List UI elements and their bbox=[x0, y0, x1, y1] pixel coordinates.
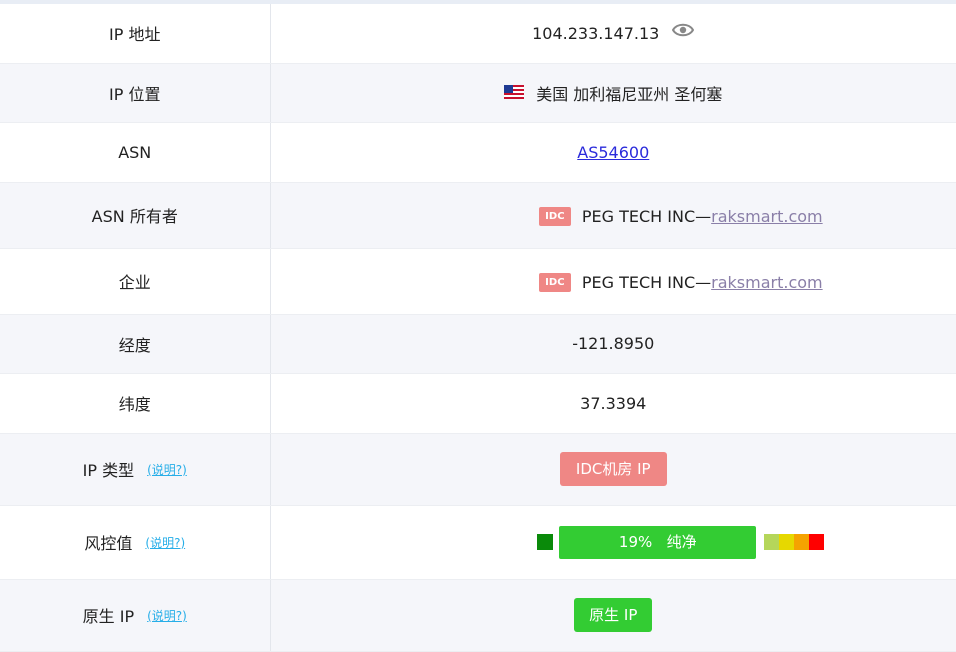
label-ip-type: IP 类型 bbox=[82, 461, 135, 480]
value-cell-asn-owner: IDC PEG TECH INC— raksmart.com bbox=[270, 182, 956, 249]
label-cell-risk: 风控值 (说明?) bbox=[0, 505, 271, 580]
value-cell-enterprise: IDC PEG TECH INC— raksmart.com bbox=[270, 248, 956, 315]
value-cell-ip-type: IDC机房 IP bbox=[270, 433, 956, 506]
enterprise-domain-link[interactable]: raksmart.com bbox=[711, 273, 822, 292]
ip-type-badge: IDC机房 IP bbox=[559, 452, 667, 486]
row-risk: 风控值 (说明?) 19% 纯净 bbox=[0, 505, 956, 580]
label-asn-owner: ASN 所有者 bbox=[0, 182, 271, 249]
eye-icon[interactable] bbox=[672, 22, 695, 42]
scale-segment-low bbox=[764, 534, 780, 550]
value-cell-native-ip: 原生 IP bbox=[270, 579, 956, 652]
label-risk: 风控值 bbox=[84, 534, 133, 553]
asn-owner-name: PEG TECH INC— bbox=[581, 207, 712, 226]
ip-type-explain-link[interactable]: (说明?) bbox=[147, 461, 187, 478]
us-flag-icon bbox=[504, 84, 525, 103]
value-cell-risk: 19% 纯净 bbox=[270, 505, 956, 580]
asn-owner-domain-link[interactable]: raksmart.com bbox=[711, 207, 822, 226]
row-enterprise: 企业 IDC PEG TECH INC— raksmart.com bbox=[0, 248, 956, 315]
enterprise-info: IDC PEG TECH INC— raksmart.com bbox=[538, 273, 823, 292]
label-longitude: 经度 bbox=[0, 314, 271, 374]
scale-segment-medium bbox=[779, 534, 795, 550]
risk-percent: 19% bbox=[618, 532, 653, 551]
longitude-value: -121.8950 bbox=[270, 314, 956, 374]
label-cell-native-ip: 原生 IP (说明?) bbox=[0, 579, 271, 652]
risk-color-scale bbox=[764, 534, 825, 550]
row-asn-owner: ASN 所有者 IDC PEG TECH INC— raksmart.com bbox=[0, 182, 956, 249]
risk-explain-link[interactable]: (说明?) bbox=[145, 534, 185, 551]
scale-segment-critical bbox=[809, 534, 825, 550]
risk-meter: 19% 纯净 bbox=[537, 525, 825, 559]
label-latitude: 纬度 bbox=[0, 373, 271, 434]
row-ip-address: IP 地址 104.233.147.13 bbox=[0, 4, 956, 64]
label-enterprise: 企业 bbox=[0, 248, 271, 315]
label-ip-address: IP 地址 bbox=[0, 4, 271, 64]
ip-info-table: IP 地址 104.233.147.13 IP 位置 美国 加利福尼亚州 圣何塞… bbox=[0, 4, 956, 652]
asn-link[interactable]: AS54600 bbox=[577, 143, 649, 162]
idc-badge: IDC bbox=[538, 273, 571, 292]
risk-level-indicator bbox=[537, 534, 554, 550]
row-ip-type: IP 类型 (说明?) IDC机房 IP bbox=[0, 433, 956, 506]
ip-location-value: 美国 加利福尼亚州 圣何塞 bbox=[536, 84, 723, 104]
label-ip-location: IP 位置 bbox=[0, 63, 271, 123]
latitude-value: 37.3394 bbox=[270, 373, 956, 434]
row-ip-location: IP 位置 美国 加利福尼亚州 圣何塞 bbox=[0, 63, 956, 123]
enterprise-name: PEG TECH INC— bbox=[581, 273, 712, 292]
risk-score-bar: 19% 纯净 bbox=[559, 525, 757, 559]
row-asn: ASN AS54600 bbox=[0, 122, 956, 183]
risk-status: 纯净 bbox=[666, 532, 697, 551]
scale-segment-high bbox=[794, 534, 810, 550]
asn-owner-info: IDC PEG TECH INC— raksmart.com bbox=[538, 207, 823, 226]
value-cell-ip-location: 美国 加利福尼亚州 圣何塞 bbox=[270, 63, 956, 123]
row-native-ip: 原生 IP (说明?) 原生 IP bbox=[0, 579, 956, 652]
native-ip-explain-link[interactable]: (说明?) bbox=[147, 607, 187, 624]
ip-address-value: 104.233.147.13 bbox=[532, 23, 660, 43]
row-latitude: 纬度 37.3394 bbox=[0, 373, 956, 434]
label-native-ip: 原生 IP bbox=[82, 607, 135, 626]
value-cell-asn: AS54600 bbox=[270, 122, 956, 183]
native-ip-badge: 原生 IP bbox=[574, 598, 653, 632]
row-longitude: 经度 -121.8950 bbox=[0, 314, 956, 374]
label-asn: ASN bbox=[0, 122, 271, 183]
label-cell-ip-type: IP 类型 (说明?) bbox=[0, 433, 271, 506]
idc-badge: IDC bbox=[538, 207, 571, 226]
value-cell-ip-address: 104.233.147.13 bbox=[270, 4, 956, 64]
